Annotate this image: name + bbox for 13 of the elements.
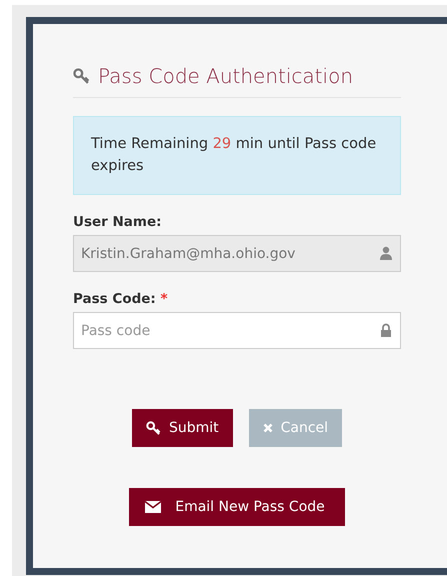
field-label: User Name: bbox=[73, 212, 163, 232]
key-icon bbox=[146, 420, 161, 436]
page-title: Pass Code Authentication bbox=[98, 64, 353, 88]
submit-button[interactable]: Submit bbox=[132, 409, 233, 448]
pass-code-field[interactable]: Pass code bbox=[73, 312, 401, 350]
close-icon bbox=[262, 423, 273, 434]
email-button[interactable]: Email New Pass Code bbox=[129, 488, 345, 526]
field-label: Pass Code: * bbox=[73, 290, 169, 310]
info-message: Time Remaining 29 min until Pass code expires bbox=[73, 116, 401, 195]
key-icon bbox=[73, 68, 90, 84]
user-icon bbox=[379, 246, 393, 260]
envelope-icon bbox=[145, 499, 162, 516]
lock-icon bbox=[379, 323, 393, 338]
